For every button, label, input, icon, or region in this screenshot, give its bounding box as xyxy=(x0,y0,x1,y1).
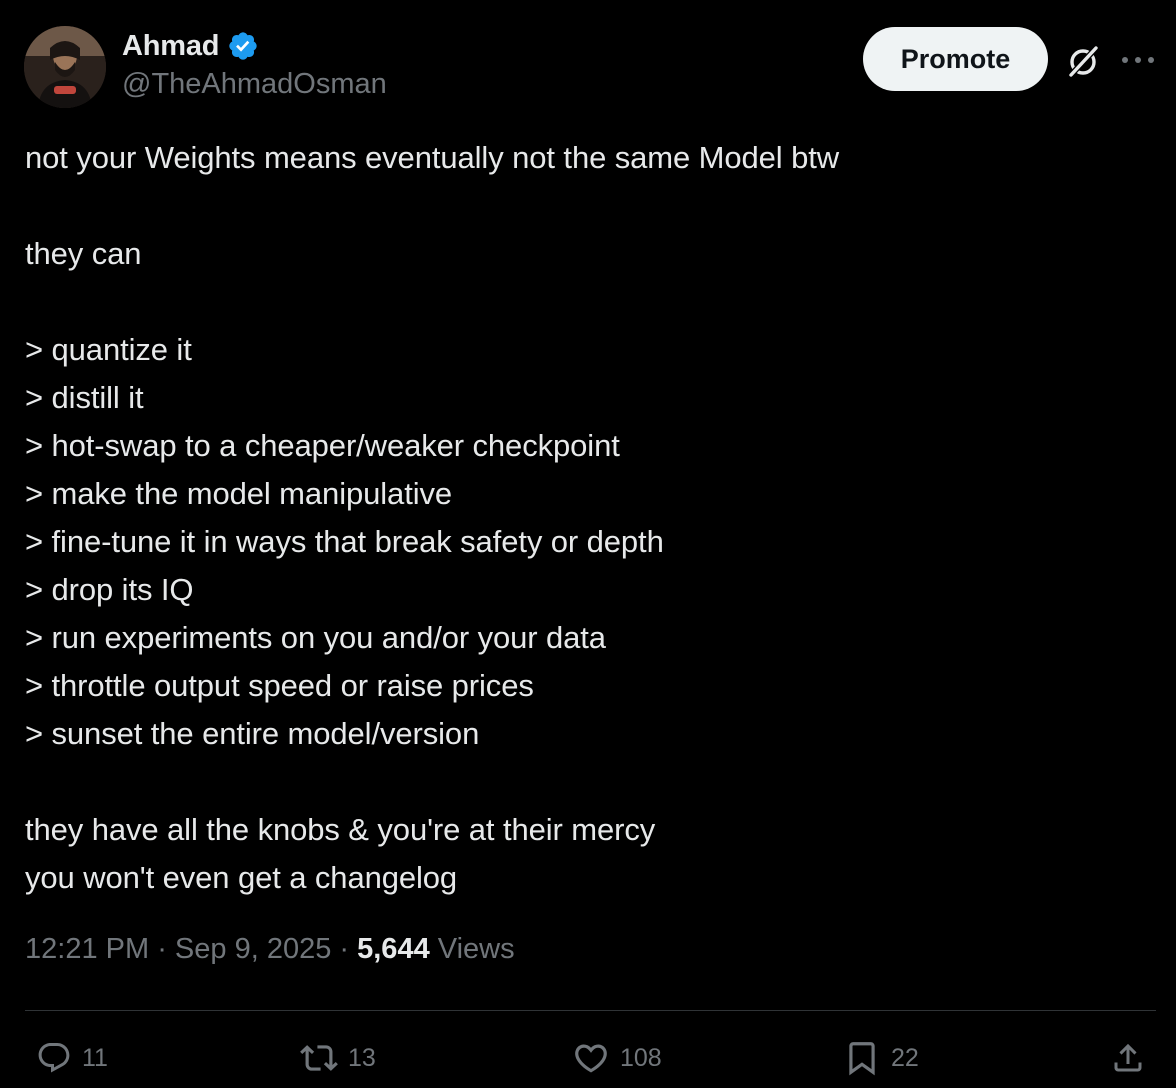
tweet-line: you won't even get a changelog xyxy=(25,860,458,895)
share-icon xyxy=(1114,1043,1142,1072)
bookmark-button[interactable]: 22 xyxy=(843,1036,919,1080)
tweet-time[interactable]: 12:21 PM xyxy=(25,933,149,966)
tweet-line: > run experiments on you and/or your dat… xyxy=(25,620,606,655)
avatar-image xyxy=(24,26,106,108)
tweet-line: they can xyxy=(25,236,142,271)
tweet-line: > drop its IQ xyxy=(25,572,194,607)
tweet-line: not your Weights means eventually not th… xyxy=(25,140,840,175)
promote-button[interactable]: Promote xyxy=(863,27,1048,91)
bookmark-count: 22 xyxy=(891,1043,919,1072)
display-name[interactable]: Ahmad xyxy=(122,30,219,63)
more-icon[interactable] xyxy=(1118,50,1158,70)
views-label: Views xyxy=(429,933,515,965)
tweet-line: > hot-swap to a cheaper/weaker checkpoin… xyxy=(25,428,620,463)
retweet-count: 13 xyxy=(348,1043,376,1072)
tweet-line: > sunset the entire model/version xyxy=(25,716,480,751)
tweet-text: not your Weights means eventually not th… xyxy=(25,134,1145,902)
reply-icon xyxy=(38,1043,70,1073)
reply-button[interactable]: 11 xyxy=(36,1036,108,1080)
share-button[interactable] xyxy=(1110,1036,1146,1080)
avatar[interactable] xyxy=(24,26,106,108)
meta-separator: · xyxy=(331,933,358,965)
retweet-icon xyxy=(300,1045,338,1071)
tweet-line: > quantize it xyxy=(25,332,192,367)
reply-count: 11 xyxy=(82,1043,108,1072)
grok-icon[interactable] xyxy=(1064,42,1102,80)
like-count: 108 xyxy=(620,1043,662,1072)
meta-separator: · xyxy=(149,933,175,965)
author-name-row: Ahmad xyxy=(122,28,259,64)
tweet: Ahmad @TheAhmadOsman Promote not your We… xyxy=(0,0,1176,1088)
tweet-line: > distill it xyxy=(25,380,144,415)
verified-badge-icon[interactable] xyxy=(227,30,259,62)
heart-icon xyxy=(575,1044,607,1073)
tweet-date[interactable]: Sep 9, 2025 xyxy=(175,933,331,966)
bookmark-icon xyxy=(849,1042,875,1076)
tweet-line: > fine-tune it in ways that break safety… xyxy=(25,524,664,559)
tweet-line: they have all the knobs & you're at thei… xyxy=(25,812,656,847)
retweet-button[interactable]: 13 xyxy=(300,1036,376,1080)
tweet-line: > throttle output speed or raise prices xyxy=(25,668,534,703)
tweet-line: > make the model manipulative xyxy=(25,476,453,511)
views-count[interactable]: 5,644 xyxy=(357,933,430,966)
divider xyxy=(25,1010,1156,1011)
author-handle[interactable]: @TheAhmadOsman xyxy=(122,68,387,101)
tweet-meta: 12:21 PM · Sep 9, 2025 · 5,644 Views xyxy=(25,933,515,966)
like-button[interactable]: 108 xyxy=(572,1036,662,1080)
